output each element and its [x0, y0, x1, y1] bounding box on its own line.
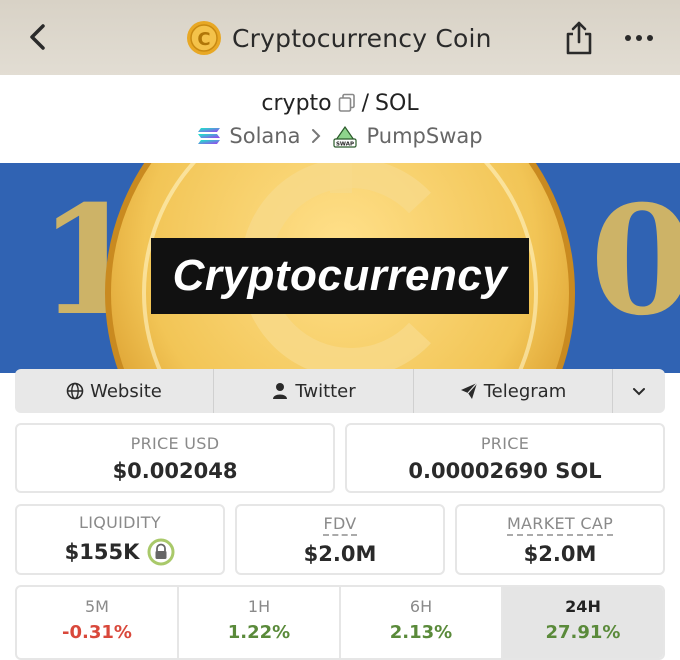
social-links-bar: Website Twitter Telegram — [15, 369, 665, 413]
back-icon[interactable] — [24, 22, 52, 52]
share-icon[interactable] — [563, 20, 595, 56]
paper-plane-icon — [460, 382, 478, 399]
market-cap-box: MARKET CAP $2.0M — [455, 504, 665, 575]
base-token: crypto — [261, 90, 332, 116]
more-options-icon[interactable] — [622, 28, 656, 48]
more-links-button[interactable] — [613, 369, 665, 413]
change-tab-5m[interactable]: 5M -0.31% — [17, 587, 179, 658]
page-title-group: C Cryptocurrency Coin — [186, 18, 492, 58]
swap-icon-text: SWAP — [336, 142, 354, 148]
price-change-tabs: 5M -0.31% 1H 1.22% 6H 2.13% 24H 27.91% — [15, 585, 665, 660]
solana-icon — [198, 128, 221, 144]
change-tab-6h[interactable]: 6H 2.13% — [341, 587, 503, 658]
twitter-button[interactable]: Twitter — [214, 369, 414, 413]
market-cap-label[interactable]: MARKET CAP — [506, 514, 614, 536]
globe-icon — [66, 382, 84, 400]
change-value: 27.91% — [545, 622, 621, 643]
fdv-value: $2.0M — [303, 541, 377, 566]
price-usd-value: $0.002048 — [112, 458, 238, 483]
price-native-box: PRICE 0.00002690 SOL — [345, 423, 665, 493]
twitter-label: Twitter — [295, 380, 356, 402]
chevron-right-icon — [312, 129, 321, 143]
website-label: Website — [90, 380, 162, 402]
fdv-label[interactable]: FDV — [323, 514, 357, 536]
token-pair: crypto / SOL — [0, 86, 680, 120]
change-label: 5M — [85, 597, 109, 616]
coin-icon: C — [187, 21, 221, 55]
change-tab-24h[interactable]: 24H 27.91% — [503, 587, 663, 658]
liquidity-value-row: $155K — [65, 538, 176, 566]
change-label: 1H — [247, 597, 271, 616]
chain-link-dex[interactable]: PumpSwap — [366, 124, 482, 148]
change-label: 6H — [409, 597, 433, 616]
change-value: 2.13% — [389, 622, 453, 643]
price-usd-box: PRICE USD $0.002048 — [15, 423, 335, 493]
chain-link-solana[interactable]: Solana — [229, 124, 300, 148]
liquidity-label: LIQUIDITY — [79, 513, 161, 532]
page-title: Cryptocurrency Coin — [232, 23, 492, 53]
banner-side-right: 0 — [590, 173, 680, 349]
price-native-label: PRICE — [480, 433, 530, 453]
telegram-button[interactable]: Telegram — [414, 369, 613, 413]
telegram-label: Telegram — [483, 380, 567, 402]
liquidity-box: LIQUIDITY $155K — [15, 504, 225, 575]
price-usd-label: PRICE USD — [130, 433, 220, 453]
user-icon — [273, 383, 288, 399]
change-value: 1.22% — [227, 622, 291, 643]
pumpswap-icon: SWAP — [333, 125, 358, 148]
change-value: -0.31% — [62, 622, 132, 643]
market-cap-value: $2.0M — [523, 541, 597, 566]
svg-text:C: C — [197, 29, 210, 50]
chevron-down-icon — [633, 388, 645, 396]
fdv-box: FDV $2.0M — [235, 504, 445, 575]
change-tab-1h[interactable]: 1H 1.22% — [179, 587, 341, 658]
pair-separator: / — [361, 90, 370, 116]
liquidity-value: $155K — [64, 540, 140, 564]
website-button[interactable]: Website — [15, 369, 214, 413]
lock-icon[interactable] — [147, 538, 175, 566]
top-bar: C Cryptocurrency Coin — [0, 0, 680, 75]
price-native-value: 0.00002690 SOL — [408, 458, 602, 483]
quote-token: SOL — [375, 90, 419, 116]
copy-icon[interactable] — [338, 93, 356, 113]
change-label: 24H — [565, 597, 601, 616]
banner-title: Cryptocurrency — [151, 238, 529, 314]
chain-breadcrumb: Solana SWAP PumpSwap — [0, 120, 680, 152]
